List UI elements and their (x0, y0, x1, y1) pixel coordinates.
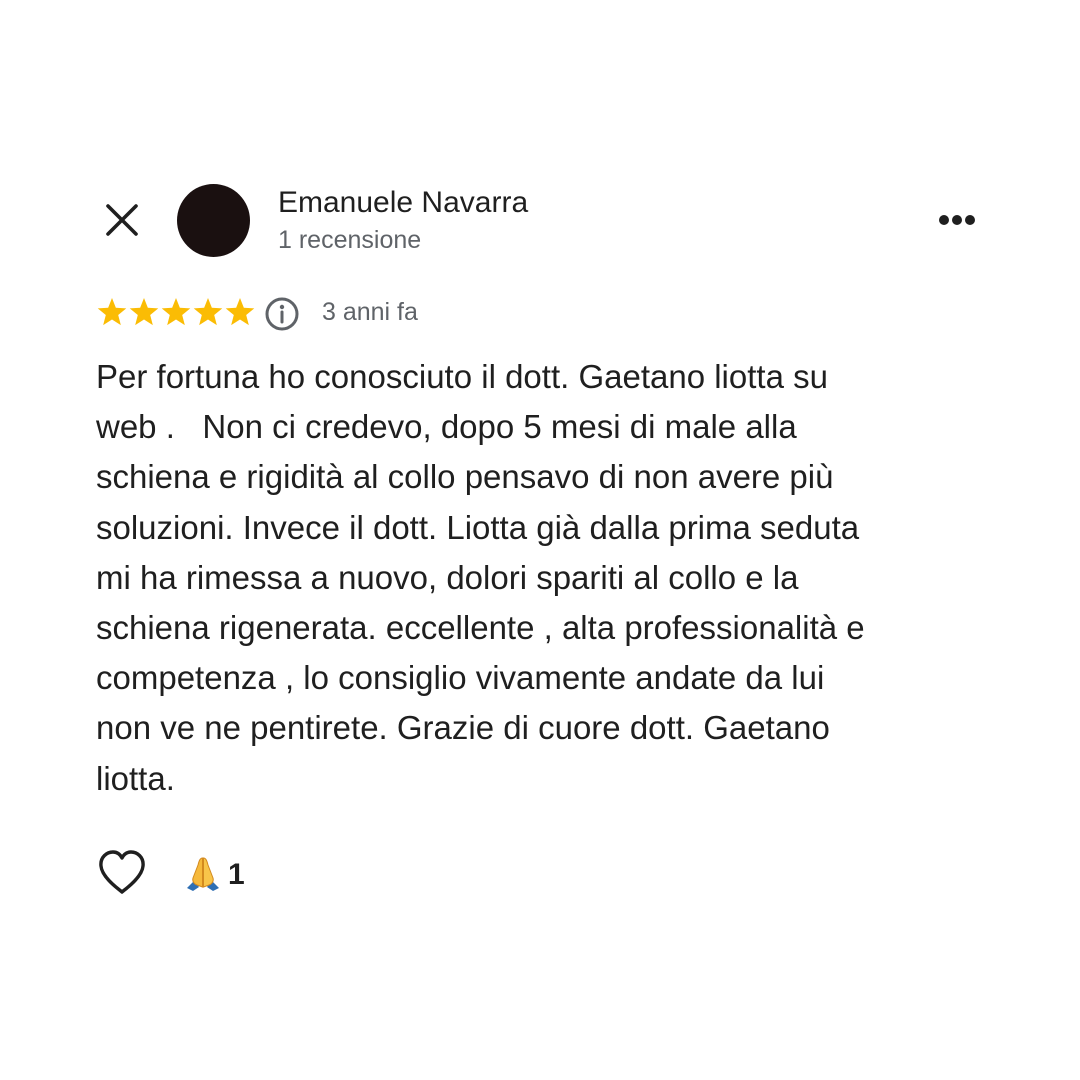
author-review-count: 1 recensione (278, 226, 422, 254)
info-button[interactable] (264, 296, 300, 332)
info-icon (265, 297, 299, 331)
star-icon (225, 298, 255, 326)
close-button[interactable] (100, 198, 144, 242)
folded-hands-reaction[interactable]: 1 (184, 852, 264, 896)
reaction-count: 1 (228, 858, 245, 891)
heart-outline-icon (99, 850, 145, 894)
author-name[interactable]: Emanuele Navarra (278, 186, 528, 220)
rating-row: 3 anni fa (96, 294, 696, 334)
review-text: Per fortuna ho conosciuto il dott. Gaeta… (96, 358, 865, 797)
star-icon (129, 298, 159, 326)
more-horizontal-icon (939, 215, 975, 225)
more-options-button[interactable] (932, 204, 982, 236)
like-button[interactable] (96, 848, 148, 898)
reactions-bar: 1 (96, 848, 396, 900)
star-rating (96, 296, 256, 330)
review-time: 3 anni fa (322, 298, 418, 326)
review-header: Emanuele Navarra 1 recensione (0, 0, 1080, 300)
avatar[interactable] (177, 184, 250, 257)
folded-hands-icon (187, 857, 219, 891)
star-icon (97, 298, 127, 326)
star-icon (193, 298, 223, 326)
close-icon (106, 204, 138, 236)
star-icon (161, 298, 191, 326)
